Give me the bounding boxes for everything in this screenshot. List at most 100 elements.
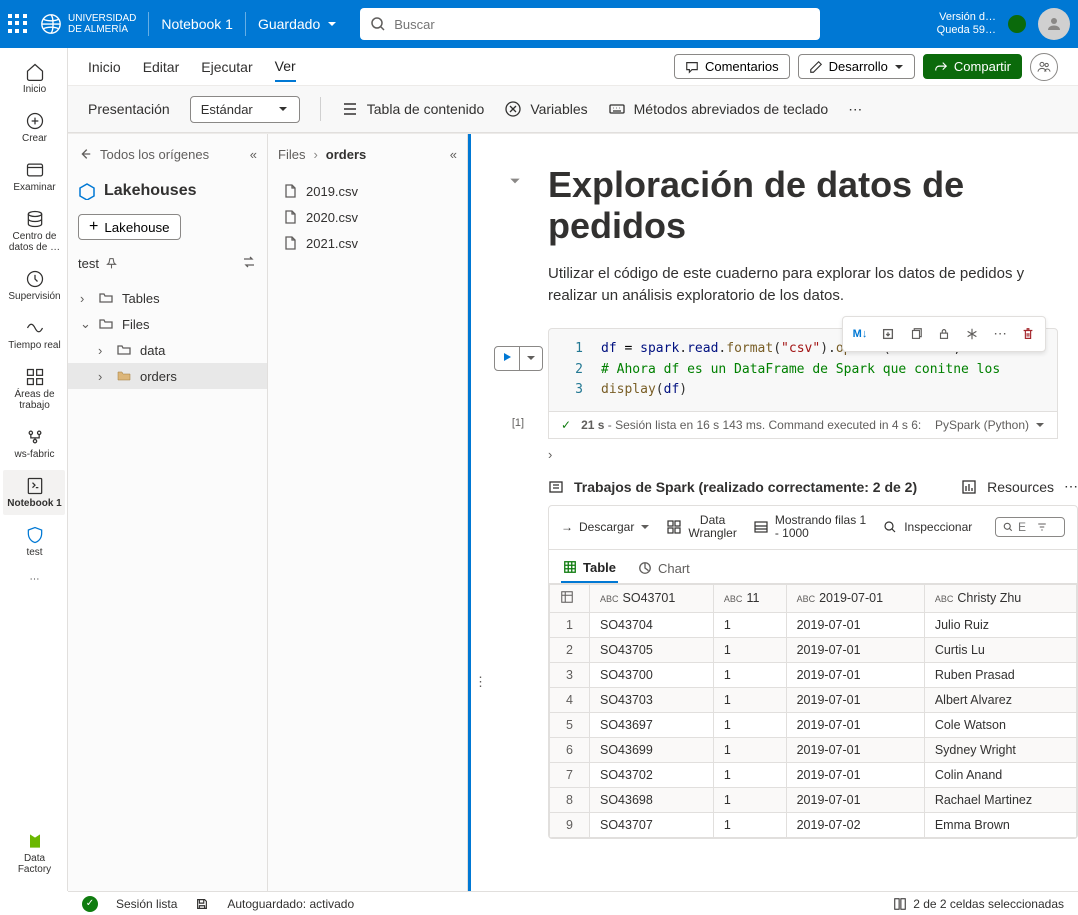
resources-link[interactable]: Resources: [987, 479, 1054, 495]
file-2019[interactable]: 2019.csv: [268, 178, 467, 204]
rail-create[interactable]: Crear: [3, 105, 65, 150]
tab-ver[interactable]: Ver: [275, 52, 296, 82]
file-list: 2019.csv 2020.csv 2021.csv: [268, 174, 467, 260]
more-button[interactable]: ⋯: [987, 321, 1013, 347]
copy-button[interactable]: [903, 321, 929, 347]
rail-monitor[interactable]: Supervisión: [3, 263, 65, 308]
rail-data-factory[interactable]: Data Factory: [3, 825, 65, 881]
lock-button[interactable]: [931, 321, 957, 347]
collapse-panel-icon[interactable]: «: [250, 147, 257, 162]
save-icon: [195, 897, 209, 911]
collapse-panel-icon[interactable]: «: [450, 147, 457, 162]
rail-datahub[interactable]: Centro dedatos de …: [3, 203, 65, 259]
rail-workspaces[interactable]: Áreas detrabajo: [3, 361, 65, 417]
output-tab-chart[interactable]: Chart: [636, 554, 692, 583]
download-button[interactable]: →Descargar: [561, 520, 650, 534]
spark-jobs-label[interactable]: Trabajos de Spark (realizado correctamen…: [574, 479, 917, 495]
rail-home[interactable]: Inicio: [3, 56, 65, 101]
table-row[interactable]: 4SO4370312019-07-01Albert Alvarez: [550, 687, 1077, 712]
chevron-down-icon: [640, 522, 650, 532]
tab-inicio[interactable]: Inicio: [88, 53, 121, 81]
keyboard-button[interactable]: Métodos abreviados de teclado: [608, 100, 829, 118]
freeze-button[interactable]: [959, 321, 985, 347]
breadcrumb-files[interactable]: Files: [278, 147, 305, 162]
expand-output-icon[interactable]: ›: [548, 447, 1078, 462]
table-row[interactable]: 7SO4370212019-07-01Colin Anand: [550, 762, 1077, 787]
table-row[interactable]: 8SO4369812019-07-01Rachael Martinez: [550, 787, 1077, 812]
global-search[interactable]: [360, 8, 820, 40]
list-icon: [341, 100, 359, 118]
back-arrow-icon[interactable]: [78, 147, 92, 161]
add-lakehouse-button[interactable]: +Lakehouse: [78, 214, 181, 240]
table-row[interactable]: 2SO4370512019-07-01Curtis Lu: [550, 637, 1077, 662]
table-menu-icon[interactable]: [560, 590, 574, 604]
tree-tables[interactable]: ›Tables: [68, 285, 267, 311]
app-launcher-icon[interactable]: [8, 14, 28, 34]
table-row[interactable]: 6SO4369912019-07-01Sydney Wright: [550, 737, 1077, 762]
table-row[interactable]: 1SO4370412019-07-01Julio Ruiz: [550, 612, 1077, 637]
code-cell[interactable]: M↓ ⋯ [1] 1df = spark.read.format("csv").…: [488, 328, 1058, 439]
comments-button[interactable]: Comentarios: [674, 54, 790, 79]
tree-files[interactable]: ⌄Files: [68, 311, 267, 337]
file-2021[interactable]: 2021.csv: [268, 230, 467, 256]
filter-icon[interactable]: [1036, 521, 1048, 533]
resources-icon: [961, 479, 977, 495]
language-select[interactable]: PySpark (Python): [935, 418, 1045, 432]
markdown-cell[interactable]: Exploración de datos de pedidos Utilizar…: [488, 154, 1078, 328]
all-sources-link[interactable]: Todos los orígenes: [100, 147, 209, 162]
share-button[interactable]: Compartir: [923, 54, 1022, 79]
jobs-more[interactable]: ⋯: [1064, 478, 1078, 495]
rail-test[interactable]: test: [3, 519, 65, 564]
rail-notebook1[interactable]: Notebook 1: [3, 470, 65, 515]
table-row[interactable]: 3SO4370012019-07-01Ruben Prasad: [550, 662, 1077, 687]
presence-indicator[interactable]: [1006, 13, 1028, 35]
lakehouses-header: Lakehouses: [68, 174, 267, 208]
cell-options[interactable]: ⋮: [474, 674, 487, 690]
collapse-cell-icon[interactable]: [508, 174, 522, 191]
inspect-button[interactable]: Inspeccionar: [882, 519, 972, 535]
save-state[interactable]: Guardado: [258, 16, 338, 32]
rail-ws-fabric[interactable]: ws-fabric: [3, 421, 65, 466]
pin-icon[interactable]: [105, 257, 118, 270]
variables-button[interactable]: Variables: [504, 100, 587, 118]
delete-button[interactable]: [1015, 321, 1041, 347]
search-icon: [1002, 521, 1014, 533]
data-table[interactable]: ABCSO43701 ABC11 ABC2019-07-01 ABCChrist…: [549, 584, 1077, 838]
app-header: UNIVERSIDADDE ALMERÍA Notebook 1 Guardad…: [0, 0, 1078, 48]
notebook-title[interactable]: Notebook 1: [161, 16, 233, 32]
output-tab-table[interactable]: Table: [561, 554, 618, 583]
tab-editar[interactable]: Editar: [143, 53, 180, 81]
folder-open-icon: [116, 368, 132, 384]
table-row[interactable]: 9SO4370712019-07-02Emma Brown: [550, 812, 1077, 837]
breadcrumb-orders[interactable]: orders: [326, 147, 366, 162]
user-avatar[interactable]: [1038, 8, 1070, 40]
rail-realtime[interactable]: Tiempo real: [3, 312, 65, 357]
search-input[interactable]: [394, 17, 810, 32]
tree-orders[interactable]: ›orders: [68, 363, 267, 389]
keyboard-icon: [608, 100, 626, 118]
move-down-button[interactable]: [875, 321, 901, 347]
table-row[interactable]: 5SO4369712019-07-01Cole Watson: [550, 712, 1077, 737]
rows-icon: [753, 519, 769, 535]
rail-more[interactable]: ⋯: [3, 568, 65, 591]
toolbar-more[interactable]: ⋯: [848, 101, 862, 118]
run-cell-button[interactable]: [494, 346, 543, 371]
output-search[interactable]: [995, 517, 1065, 537]
left-nav-rail: Inicio Crear Examinar Centro dedatos de …: [0, 48, 68, 891]
file-2020[interactable]: 2020.csv: [268, 204, 467, 230]
data-wrangler-button[interactable]: DataWrangler: [666, 514, 736, 540]
tab-ejecutar[interactable]: Ejecutar: [201, 53, 252, 81]
convert-md-button[interactable]: M↓: [847, 321, 873, 347]
rail-browse[interactable]: Examinar: [3, 154, 65, 199]
presentation-select[interactable]: Estándar: [190, 96, 300, 123]
dev-mode-button[interactable]: Desarrollo: [798, 54, 915, 79]
tree-data[interactable]: ›data: [68, 337, 267, 363]
chevron-down-icon[interactable]: [519, 347, 542, 370]
switch-icon[interactable]: [241, 254, 257, 273]
chevron-down-icon: [326, 18, 338, 30]
collab-avatar[interactable]: [1030, 53, 1058, 81]
lakehouse-test[interactable]: test: [68, 246, 267, 281]
check-icon: ✓: [82, 896, 98, 912]
file-icon: [282, 209, 298, 225]
toc-button[interactable]: Tabla de contenido: [341, 100, 485, 118]
